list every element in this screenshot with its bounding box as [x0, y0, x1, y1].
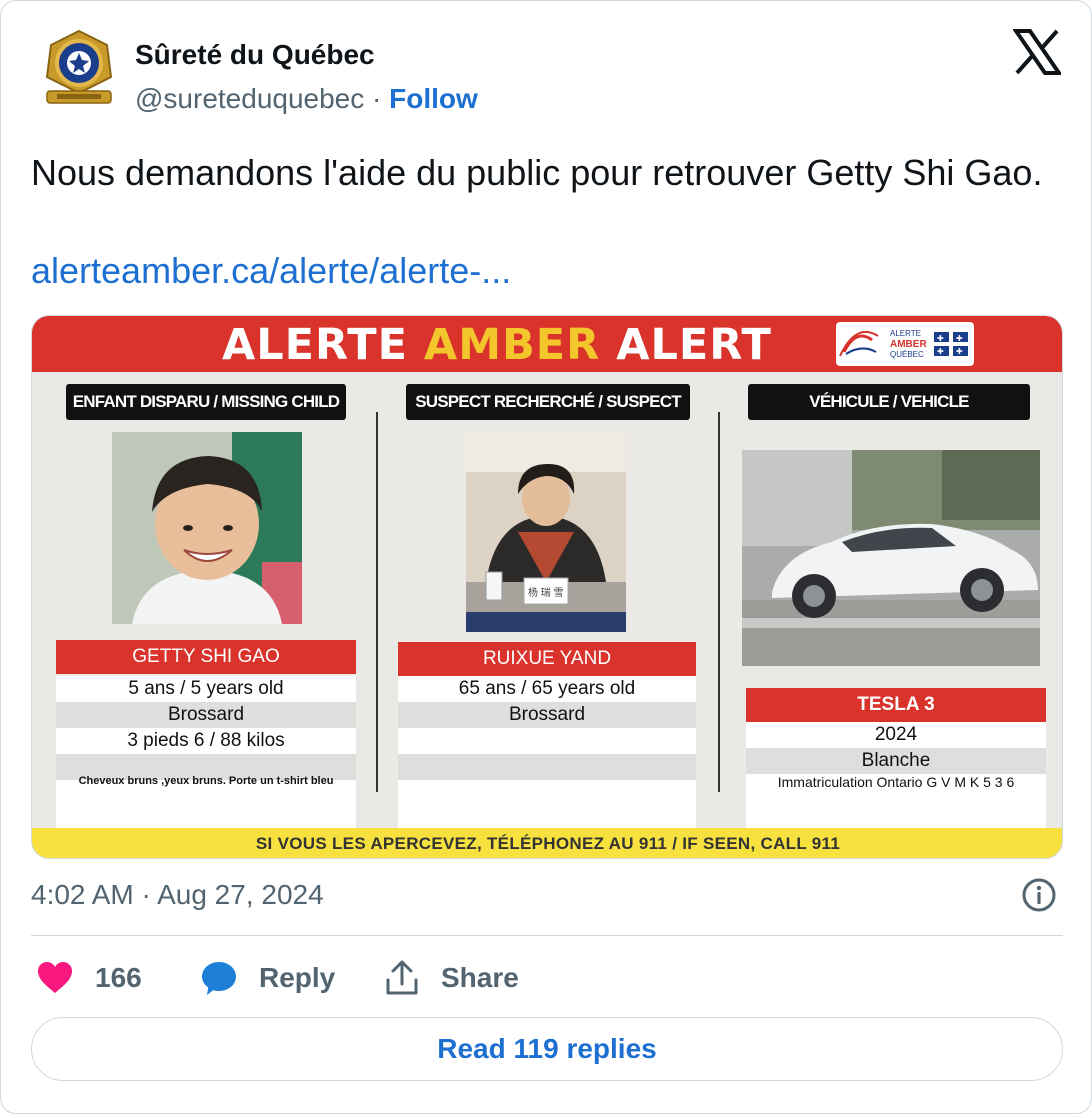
poster-title: ALERTE AMBER ALERT	[222, 320, 772, 370]
like-button[interactable]: 166	[37, 955, 142, 1001]
svg-text:✚: ✚	[956, 334, 963, 343]
poster-footer: SI VOUS LES APERCEVEZ, TÉLÉPHONEZ AU 911…	[32, 828, 1062, 858]
suspect-blank-row	[398, 780, 696, 828]
vehicle-heading: VÉHICULE / VEHICLE	[748, 384, 1030, 420]
share-label: Share	[441, 962, 519, 993]
suspect-heading: SUSPECT RECHERCHÉ / SUSPECT	[406, 384, 690, 420]
suspect-city: Brossard	[398, 702, 696, 728]
column-divider	[376, 412, 378, 792]
child-name: GETTY SHI GAO	[56, 640, 356, 674]
like-count: 166	[95, 962, 142, 993]
vehicle-color: Blanche	[746, 748, 1046, 774]
svg-text:✚: ✚	[956, 347, 963, 356]
child-city: Brossard	[56, 702, 356, 728]
poster-title-amber: AMBER	[423, 320, 601, 370]
reply-label: Reply	[259, 962, 336, 993]
svg-text:杨 瑞 雪: 杨 瑞 雪	[528, 586, 564, 599]
suspect-blank-row	[398, 728, 696, 754]
child-description-row	[56, 780, 356, 828]
svg-text:AMBER: AMBER	[890, 339, 927, 350]
poster-header: ALERTE AMBER ALERT ALERTE AMBER QUÉBEC ✚…	[32, 316, 1062, 372]
author-handle[interactable]: @sureteduquebec	[135, 83, 364, 114]
svg-text:QUÉBEC: QUÉBEC	[890, 350, 924, 359]
x-logo-icon[interactable]	[1012, 29, 1063, 75]
heart-icon	[38, 962, 72, 993]
share-upload-icon	[386, 960, 418, 995]
poster-title-alerte: ALERTE	[222, 320, 424, 370]
vehicle-year: 2024	[746, 722, 1046, 748]
suspect-age: 65 ans / 65 years old	[398, 676, 696, 702]
tweet-card: Sûreté du Québec @sureteduquebec · Follo…	[0, 0, 1092, 1114]
vehicle-plate: Immatriculation Ontario G V M K 5 3 6	[777, 774, 1015, 790]
svg-text:✚: ✚	[937, 347, 944, 356]
tweet-media-amber-alert[interactable]: ALERTE AMBER ALERT ALERTE AMBER QUÉBEC ✚…	[31, 315, 1063, 859]
vehicle-model: TESLA 3	[746, 688, 1046, 722]
poster-title-alert: ALERT	[600, 320, 772, 370]
child-size-text: 3 pieds 6 / 88 kilos	[127, 730, 285, 751]
reply-button[interactable]: Reply	[201, 955, 335, 1001]
child-heading: ENFANT DISPARU / MISSING CHILD	[66, 384, 346, 420]
divider	[31, 935, 1063, 936]
vehicle-photo	[742, 450, 1040, 666]
avatar[interactable]	[41, 29, 117, 111]
handle-separator: ·	[372, 83, 382, 114]
child-photo	[112, 432, 302, 624]
tweet-link[interactable]: alerteamber.ca/alerte/alerte-...	[31, 247, 511, 295]
tweet-timestamp[interactable]: 4:02 AM · Aug 27, 2024	[31, 879, 324, 911]
suspect-blank-row	[398, 754, 696, 780]
child-description: Cheveux bruns ,yeux bruns. Porte un t-sh…	[78, 775, 334, 787]
police-badge-icon	[45, 29, 113, 104]
suspect-photo: 杨 瑞 雪	[466, 432, 626, 632]
amber-alert-logo: ALERTE AMBER QUÉBEC ✚ ✚ ✚ ✚	[836, 322, 974, 366]
suspect-name: RUIXUE YAND	[398, 642, 696, 676]
share-button[interactable]: Share	[385, 955, 519, 1001]
speech-bubble-icon	[202, 962, 236, 995]
child-age: 5 ans / 5 years old	[56, 676, 356, 702]
child-size: 3 pieds 6 / 88 kilos	[56, 728, 356, 754]
follow-button[interactable]: Follow	[389, 83, 478, 114]
author-name[interactable]: Sûreté du Québec	[135, 39, 375, 71]
column-divider	[718, 412, 720, 792]
tweet-text: Nous demandons l'aide du public pour ret…	[31, 152, 1043, 193]
author-handle-row: @sureteduquebec · Follow	[135, 83, 478, 115]
read-replies-button[interactable]: Read 119 replies	[31, 1017, 1063, 1081]
svg-text:✚: ✚	[937, 334, 944, 343]
svg-text:ALERTE: ALERTE	[890, 329, 921, 338]
info-icon[interactable]	[1021, 877, 1057, 913]
